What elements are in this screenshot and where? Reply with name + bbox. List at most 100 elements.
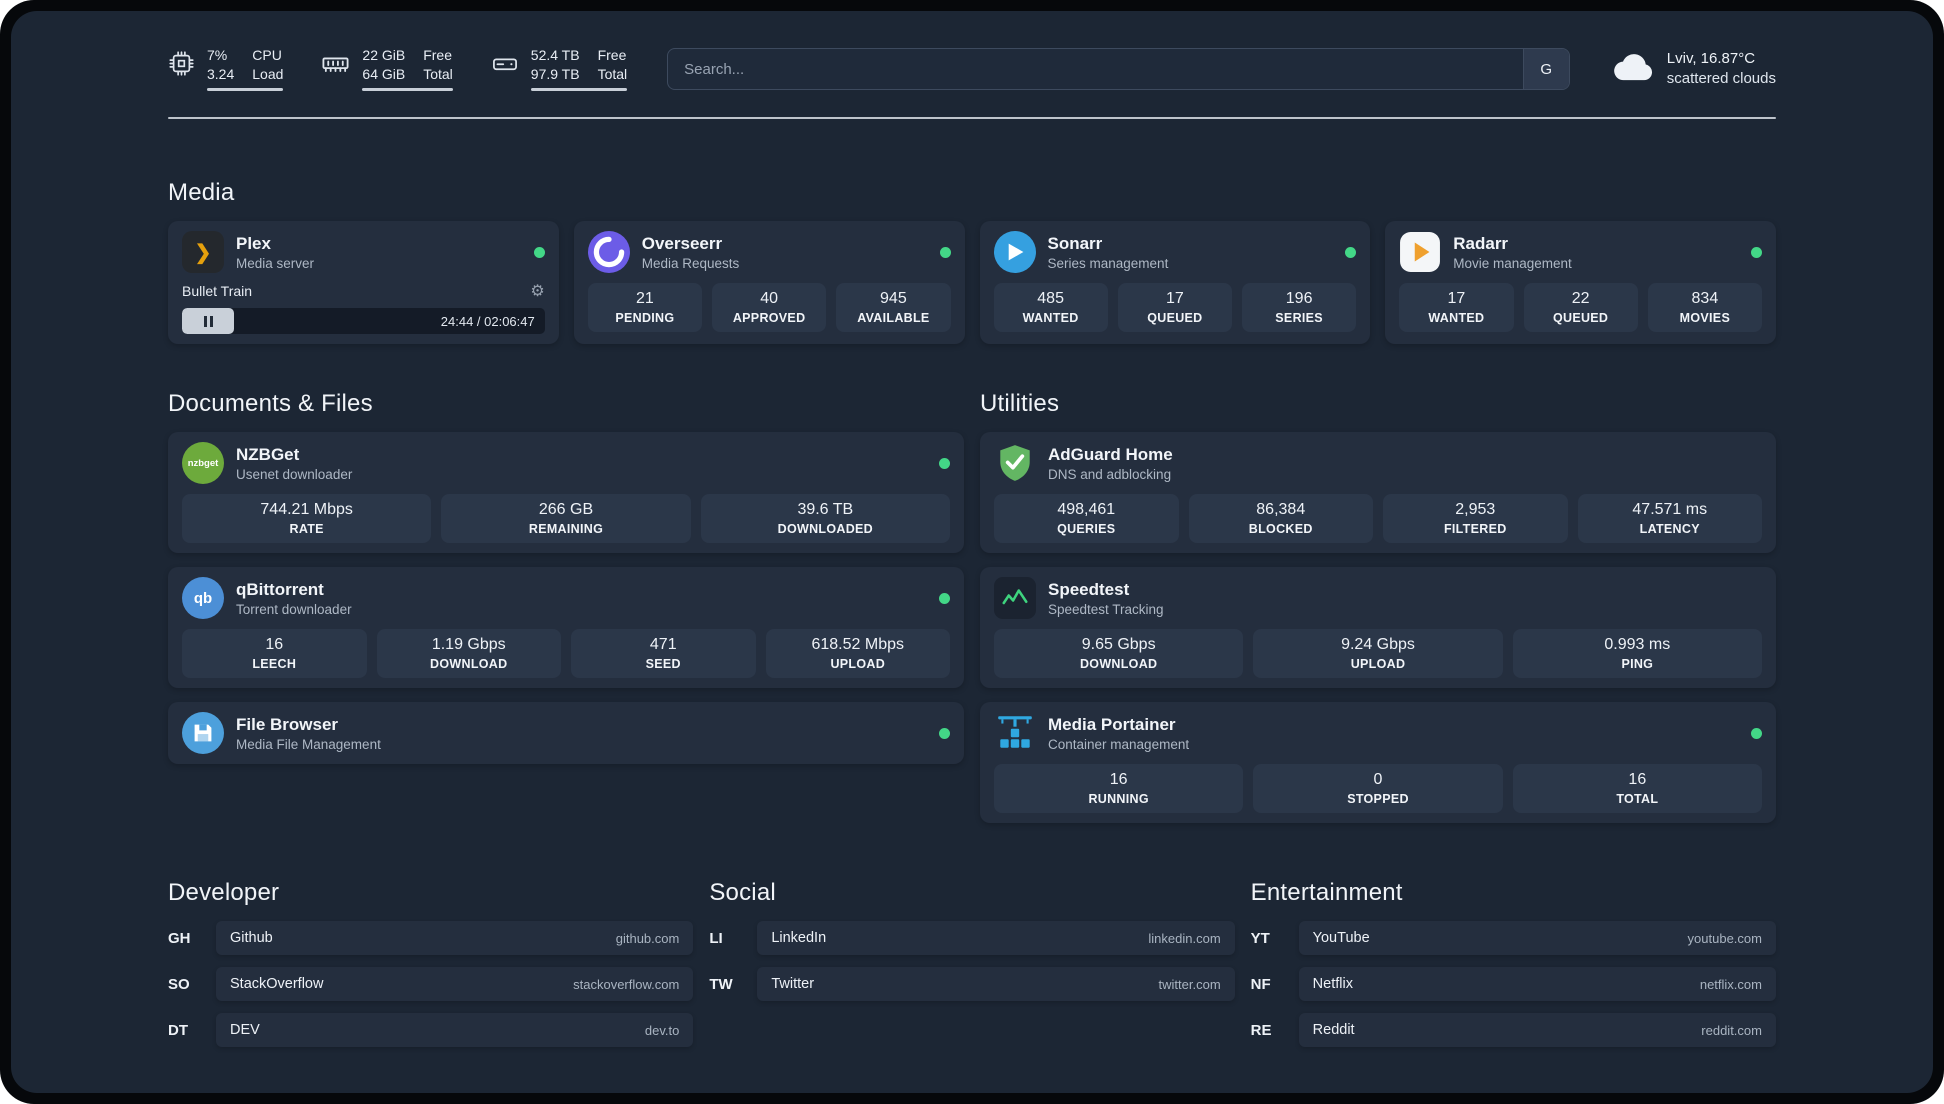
bookmark-link[interactable]: DEV dev.to [216,1013,694,1047]
pause-button[interactable] [182,308,234,334]
section-media: Media ❯ Plex Media server Bullet Train ⚙ [168,179,1776,344]
stat-box: 0.993 ms PING [1512,629,1762,678]
stat-box: 16 RUNNING [994,764,1244,813]
app-card-qbittorrent[interactable]: qb qBittorrent Torrent downloader 16 LEE… [168,567,964,688]
search-input[interactable] [667,48,1570,90]
app-name: File Browser [236,714,339,734]
memory-usage-bar [362,88,453,91]
cpu-usage-bar [207,88,284,91]
section-utilities: Utilities AdGuard Home DNS and adblockin… [980,390,1776,823]
bookmark-reddit: RE Reddit reddit.com [1251,1013,1776,1047]
status-indicator [1751,727,1762,739]
utilities-section-title: Utilities [980,390,1060,417]
bookmark-link[interactable]: StackOverflow stackoverflow.com [216,967,694,1001]
app-subtitle: Container management [1048,736,1190,752]
status-indicator [939,727,950,739]
radarr-icon [1399,231,1441,273]
status-indicator [1345,246,1357,258]
playback-time: 24:44 / 02:06:47 [440,313,535,329]
app-subtitle: Series management [1047,255,1169,271]
stat-box: 266 GB REMAINING [441,494,691,543]
disk-widget: 52.4 TB Free 97.9 TB Total [491,47,628,91]
bookmark-link[interactable]: Netflix netflix.com [1298,967,1776,1001]
bookmarks-entertainment: Entertainment YT YouTube youtube.com NF … [1251,879,1776,1047]
speedtest-icon [994,577,1036,619]
app-subtitle: Media Requests [641,255,740,271]
status-indicator [1751,246,1762,258]
stat-box: 0 STOPPED [1253,764,1503,813]
app-subtitle: Media File Management [236,736,381,752]
stat-box: 1.19 Gbps DOWNLOAD [376,629,561,678]
weather-cloud-icon [1612,52,1654,87]
stat-box: 9.65 Gbps DOWNLOAD [994,629,1244,678]
app-card-sonarr[interactable]: Sonarr Series management 485 WANTED 17 Q… [979,221,1371,344]
bookmark-link[interactable]: YouTube youtube.com [1298,921,1776,955]
section-documents: Documents & Files nzbget NZBGet Usenet d… [168,390,964,823]
overseerr-icon [587,231,630,273]
app-card-overseerr[interactable]: Overseerr Media Requests 21 PENDING 40 A… [573,221,965,344]
bookmark-abbr: NF [1250,975,1271,993]
social-section-title: Social [709,879,776,906]
plex-icon: ❯ [182,231,224,273]
bookmark-github: GH Github github.com [168,921,694,955]
search-provider-button[interactable]: G [1522,49,1569,89]
bookmarks-developer: Developer GH Github github.com SO StackO… [168,879,694,1047]
settings-gear-icon[interactable]: ⚙ [530,281,544,301]
bookmark-twitter: TW Twitter twitter.com [709,967,1235,1001]
app-name: Speedtest [1048,579,1130,599]
memory-widget: 22 GiB Free 64 GiB Total [321,47,453,91]
disk-icon [491,50,519,83]
stat-box: 39.6 TB DOWNLOADED [700,494,950,543]
bookmark-link[interactable]: Reddit reddit.com [1298,1013,1776,1047]
bookmark-link[interactable]: Github github.com [216,921,694,955]
search-bar: G [667,48,1570,90]
app-card-adguard[interactable]: AdGuard Home DNS and adblocking 498,461 … [980,432,1776,553]
bookmark-abbr: YT [1250,929,1270,947]
bookmark-link[interactable]: Twitter twitter.com [757,967,1235,1001]
stat-box: 17 WANTED [1399,283,1514,332]
app-subtitle: Torrent downloader [236,601,352,617]
weather-condition: scattered clouds [1666,70,1776,87]
app-name: Plex [236,233,271,253]
weather-widget: Lviv, 16.87°C scattered clouds [1612,49,1776,90]
playback-progress-bar[interactable]: 24:44 / 02:06:47 [182,308,545,334]
status-indicator [939,592,950,604]
app-subtitle: Usenet downloader [236,466,353,482]
bookmarks-social: Social LI LinkedIn linkedin.com TW Twitt… [709,879,1235,1047]
memory-label-top: Free [423,47,453,63]
app-card-speedtest[interactable]: Speedtest Speedtest Tracking 9.65 Gbps D… [980,567,1776,688]
stat-box: 471 SEED [571,629,756,678]
sonarr-icon [993,231,1036,273]
app-card-nzbget[interactable]: nzbget NZBGet Usenet downloader 744.21 M… [168,432,964,553]
bookmark-abbr: SO [168,975,190,993]
app-card-plex[interactable]: ❯ Plex Media server Bullet Train ⚙ 24:44… [168,221,559,344]
nzbget-icon: nzbget [182,442,224,484]
disk-total-value: 97.9 TB [530,65,580,82]
stat-box: 22 QUEUED [1523,283,1638,332]
bookmark-abbr: RE [1250,1021,1272,1039]
resource-widgets: 7% CPU 3.24 Load 22 GiB Free 64 GiB Tota… [168,47,628,91]
bookmark-abbr: DT [168,1021,188,1039]
memory-icon [321,50,350,84]
app-name: Radarr [1453,233,1509,253]
bookmark-linkedin: LI LinkedIn linkedin.com [709,921,1235,955]
stat-box: 17 QUEUED [1117,283,1232,332]
stat-box: 618.52 Mbps UPLOAD [765,629,950,678]
stat-box: 16 LEECH [182,629,367,678]
cpu-icon [168,50,195,82]
bookmark-link[interactable]: LinkedIn linkedin.com [757,921,1235,955]
memory-label-bottom: Total [423,65,453,82]
app-card-filebrowser[interactable]: File Browser Media File Management [168,702,964,764]
stat-box: 196 SERIES [1242,283,1357,332]
app-card-portainer[interactable]: Media Portainer Container management 16 … [980,702,1776,823]
app-name: Overseerr [641,233,723,253]
stat-box: 21 PENDING [587,283,702,332]
cpu-label-top: CPU [252,47,282,63]
bookmark-abbr: GH [168,929,191,947]
status-indicator [939,246,951,258]
stat-box: 16 TOTAL [1512,764,1762,813]
stat-box: 86,384 BLOCKED [1188,494,1373,543]
status-indicator [533,246,545,258]
app-card-radarr[interactable]: Radarr Movie management 17 WANTED 22 QUE… [1385,221,1776,344]
app-name: Sonarr [1047,233,1103,253]
